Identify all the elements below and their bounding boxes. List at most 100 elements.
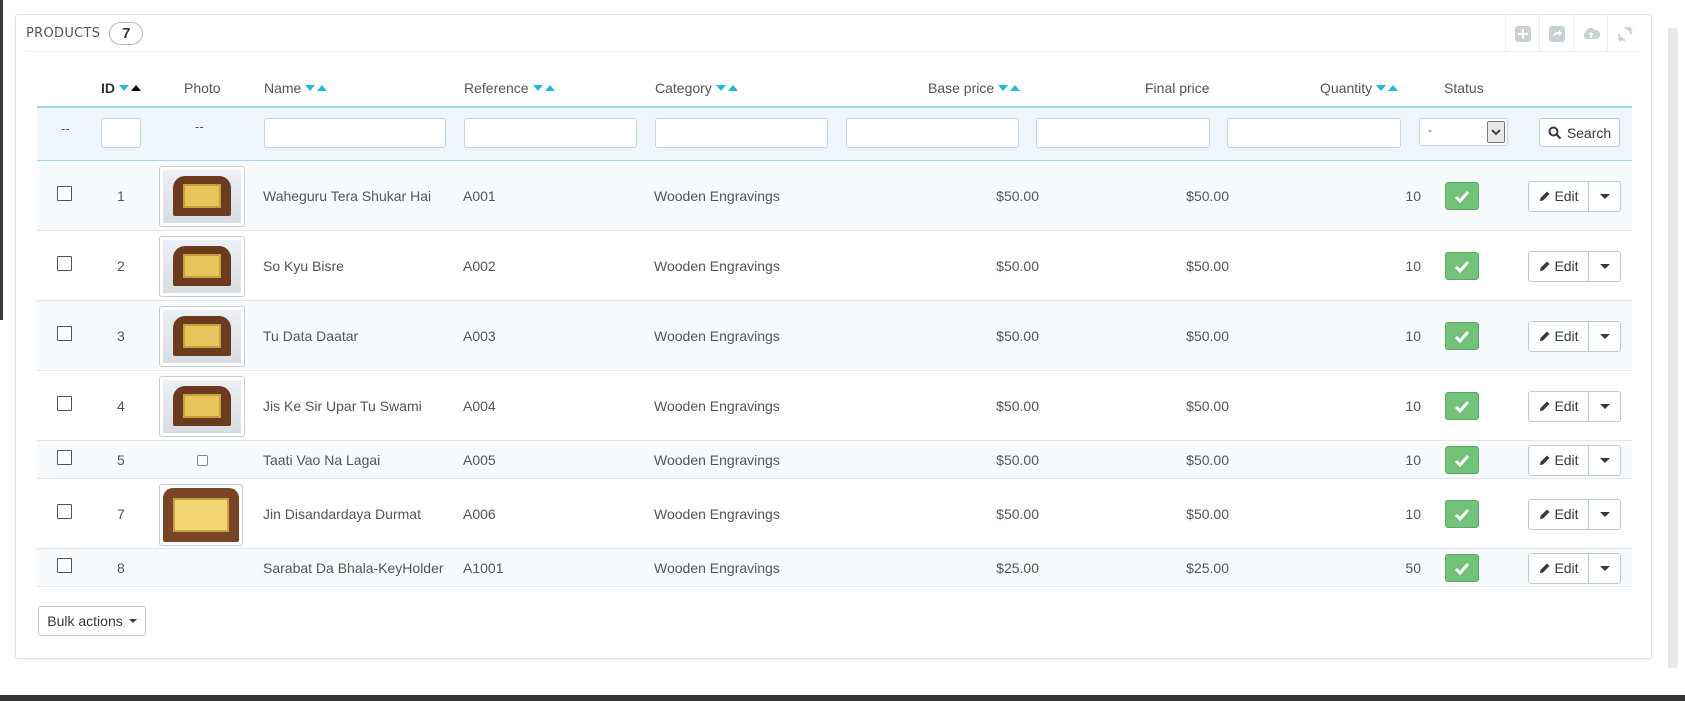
row-select-checkbox[interactable] <box>57 504 72 519</box>
page-scrollbar[interactable] <box>1668 28 1678 668</box>
header-photo: Photo <box>184 80 221 96</box>
row-select-checkbox[interactable] <box>57 396 72 411</box>
panel-toolbar <box>1505 15 1641 52</box>
filter-quantity-input[interactable] <box>1227 118 1401 148</box>
header-quantity-label: Quantity <box>1320 80 1373 96</box>
sort-asc-icon[interactable] <box>131 85 141 91</box>
sort-asc-icon[interactable] <box>727 85 738 91</box>
product-count-badge: 7 <box>109 21 144 45</box>
sort-asc-icon[interactable] <box>544 85 555 91</box>
import-button[interactable] <box>1573 15 1607 52</box>
status-toggle-enabled[interactable] <box>1445 182 1479 210</box>
header-final-price-label: Final price <box>1145 80 1210 96</box>
cell-reference: A006 <box>463 505 496 522</box>
refresh-button[interactable] <box>1607 15 1641 52</box>
row-actions-dropdown[interactable] <box>1589 390 1621 422</box>
caret-down-icon <box>1599 193 1610 199</box>
row-select-checkbox[interactable] <box>57 558 72 573</box>
header-reference[interactable]: Reference <box>464 80 555 96</box>
filter-id-input[interactable] <box>101 118 141 148</box>
sort-desc-icon[interactable] <box>1376 85 1387 91</box>
caret-down-icon <box>1599 333 1610 339</box>
cell-name: Waheguru Tera Shukar Hai <box>263 187 432 204</box>
filter-checkbox-placeholder: -- <box>61 121 70 136</box>
add-new-button[interactable] <box>1505 15 1539 52</box>
sort-asc-icon[interactable] <box>317 85 328 91</box>
status-toggle-enabled[interactable] <box>1445 446 1479 474</box>
edit-button[interactable]: Edit <box>1528 250 1589 282</box>
bulk-actions-button[interactable]: Bulk actions <box>38 606 146 636</box>
share-icon <box>1548 25 1565 42</box>
cell-id: 8 <box>117 559 125 576</box>
refresh-icon <box>1616 25 1633 42</box>
row-actions: Edit <box>1528 180 1621 212</box>
table-row: 8 Sarabat Da Bhala-KeyHolder A1001 Wooden E… <box>37 549 1632 587</box>
table-row: 3 Tu Data Daatar A003 Wooden Engravings $50.… <box>37 301 1632 371</box>
row-select-checkbox[interactable] <box>57 326 72 341</box>
search-button-label: Search <box>1566 124 1612 141</box>
row-actions-dropdown[interactable] <box>1589 552 1621 584</box>
cell-category: Wooden Engravings <box>654 327 780 344</box>
row-actions-dropdown[interactable] <box>1589 444 1621 476</box>
cell-name: Taati Vao Na Lagai <box>263 451 381 468</box>
cell-id: 5 <box>117 451 125 468</box>
row-select-checkbox[interactable] <box>57 450 72 465</box>
cell-final-price: $50.00 <box>1186 327 1229 344</box>
filter-name-input[interactable] <box>264 118 446 148</box>
row-actions-dropdown[interactable] <box>1589 180 1621 212</box>
row-actions: Edit <box>1528 250 1621 282</box>
status-toggle-enabled[interactable] <box>1445 554 1479 582</box>
status-toggle-enabled[interactable] <box>1445 500 1479 528</box>
row-actions: Edit <box>1528 390 1621 422</box>
header-name-label: Name <box>264 80 302 96</box>
export-button[interactable] <box>1539 15 1573 52</box>
filter-status-select[interactable]: - <box>1419 118 1508 146</box>
status-toggle-enabled[interactable] <box>1445 322 1479 350</box>
sort-desc-icon[interactable] <box>998 85 1009 91</box>
row-actions-dropdown[interactable] <box>1589 320 1621 352</box>
cell-id: 7 <box>117 505 125 522</box>
filter-final-price-input[interactable] <box>1036 118 1210 148</box>
sort-asc-icon[interactable] <box>1388 85 1399 91</box>
edit-button[interactable]: Edit <box>1528 552 1589 584</box>
filter-base-price-input[interactable] <box>846 118 1019 148</box>
sort-desc-icon[interactable] <box>305 85 316 91</box>
cell-base-price: $50.00 <box>996 187 1039 204</box>
status-toggle-enabled[interactable] <box>1445 392 1479 420</box>
sort-desc-icon[interactable] <box>715 85 726 91</box>
filter-category-input[interactable] <box>655 118 828 148</box>
row-select-checkbox[interactable] <box>57 256 72 271</box>
header-category[interactable]: Category <box>655 80 738 96</box>
search-button[interactable]: Search <box>1539 118 1620 147</box>
filter-reference-input[interactable] <box>464 118 637 148</box>
cell-id: 4 <box>117 397 125 414</box>
header-id[interactable]: ID <box>101 80 141 96</box>
edit-button[interactable]: Edit <box>1528 498 1589 530</box>
row-actions-dropdown[interactable] <box>1589 498 1621 530</box>
pencil-icon <box>1540 191 1550 201</box>
table-row: 2 So Kyu Bisre A002 Wooden Engravings $50.00… <box>37 231 1632 301</box>
status-toggle-enabled[interactable] <box>1445 252 1479 280</box>
row-actions: Edit <box>1528 444 1621 476</box>
check-icon <box>1454 508 1470 521</box>
sort-desc-icon[interactable] <box>119 85 129 91</box>
row-select-checkbox[interactable] <box>57 186 72 201</box>
header-quantity[interactable]: Quantity <box>1320 80 1399 96</box>
sort-desc-icon[interactable] <box>532 85 543 91</box>
sort-asc-icon[interactable] <box>1010 85 1021 91</box>
table-row: 7 Jin Disandardaya Durmat A006 Wooden Engra… <box>37 479 1632 549</box>
edit-button[interactable]: Edit <box>1528 390 1589 422</box>
edit-button-label: Edit <box>1554 560 1579 576</box>
header-name[interactable]: Name <box>264 80 328 96</box>
edit-button-label: Edit <box>1554 452 1579 468</box>
cell-final-price: $50.00 <box>1186 451 1229 468</box>
check-icon <box>1454 190 1470 203</box>
edit-button[interactable]: Edit <box>1528 320 1589 352</box>
caret-down-icon <box>1599 457 1610 463</box>
edit-button[interactable]: Edit <box>1528 180 1589 212</box>
edit-button[interactable]: Edit <box>1528 444 1589 476</box>
header-base-price[interactable]: Base price <box>928 80 1021 96</box>
cell-base-price: $50.00 <box>996 505 1039 522</box>
row-actions-dropdown[interactable] <box>1589 250 1621 282</box>
caret-down-icon <box>1599 511 1610 517</box>
